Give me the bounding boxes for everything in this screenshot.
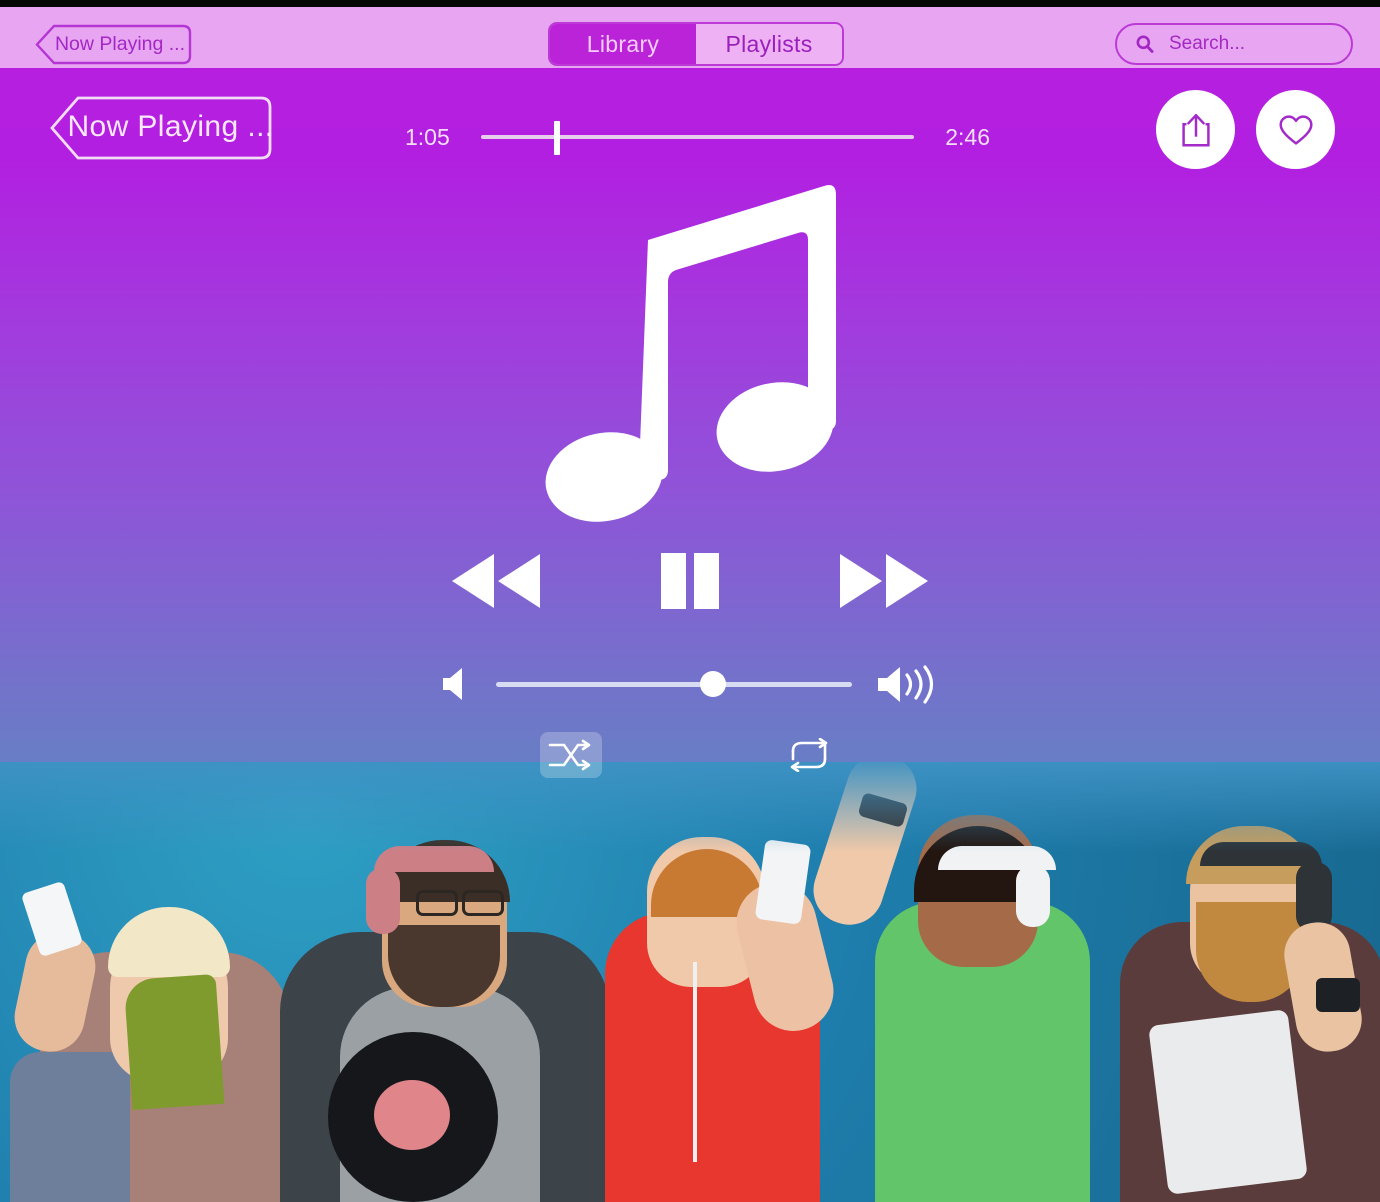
player-actions (1156, 90, 1335, 169)
volume-low-icon (443, 668, 462, 700)
share-button[interactable] (1156, 90, 1235, 169)
search-input[interactable]: Search... (1115, 23, 1353, 65)
playback-modes (540, 726, 840, 784)
repeat-button[interactable] (778, 732, 840, 778)
tab-library[interactable]: Library (550, 24, 696, 64)
photo-person-5 (1120, 802, 1380, 1202)
elapsed-time: 1:05 (405, 123, 450, 150)
status-strip (0, 0, 1380, 7)
volume-control (440, 654, 940, 714)
repeat-icon (790, 738, 828, 772)
progress-playhead[interactable] (553, 121, 560, 155)
album-artwork (540, 178, 840, 528)
people-photo (0, 762, 1380, 1202)
progress-bar: 1:05 2:46 (405, 112, 990, 162)
fast-forward-icon (840, 554, 928, 608)
header-now-playing-button[interactable]: Now Playing ... (34, 24, 192, 65)
music-player-app: Now Playing ... Library Playlists Search… (0, 0, 1380, 1202)
rewind-icon (452, 554, 540, 608)
remaining-time: 2:46 (945, 123, 990, 150)
app-header: Now Playing ... Library Playlists Search… (0, 7, 1380, 68)
now-playing-button[interactable]: Now Playing ... (48, 95, 273, 161)
shuffle-button[interactable] (540, 732, 602, 778)
tab-library-label: Library (586, 30, 660, 57)
transport-controls (450, 541, 930, 621)
volume-track-line (496, 682, 852, 687)
header-now-playing-label: Now Playing ... (54, 33, 186, 55)
volume-high-icon (878, 665, 934, 704)
pause-icon (661, 553, 719, 609)
music-note-icon (545, 185, 836, 522)
progress-track[interactable] (481, 117, 914, 157)
tab-playlists-label: Playlists (725, 30, 813, 57)
play-pause-button[interactable] (659, 552, 721, 610)
tab-playlists[interactable]: Playlists (696, 24, 842, 64)
shuffle-icon (548, 739, 591, 771)
library-playlists-segmented-control[interactable]: Library Playlists (548, 22, 844, 66)
volume-low-button[interactable] (440, 664, 474, 704)
previous-button[interactable] (450, 552, 542, 610)
next-button[interactable] (838, 552, 930, 610)
player-stage: Now Playing ... 1:05 2:46 (0, 68, 1380, 1202)
search-icon (1136, 35, 1154, 53)
heart-icon (1278, 114, 1313, 145)
favorite-button[interactable] (1256, 90, 1335, 169)
volume-track[interactable] (496, 664, 852, 704)
volume-high-button[interactable] (874, 662, 940, 706)
search-placeholder: Search... (1169, 33, 1246, 54)
volume-knob[interactable] (700, 671, 727, 697)
photo-person-1 (8, 872, 310, 1202)
share-icon (1181, 113, 1210, 147)
progress-track-line (481, 135, 914, 139)
now-playing-label: Now Playing ... (67, 110, 274, 143)
